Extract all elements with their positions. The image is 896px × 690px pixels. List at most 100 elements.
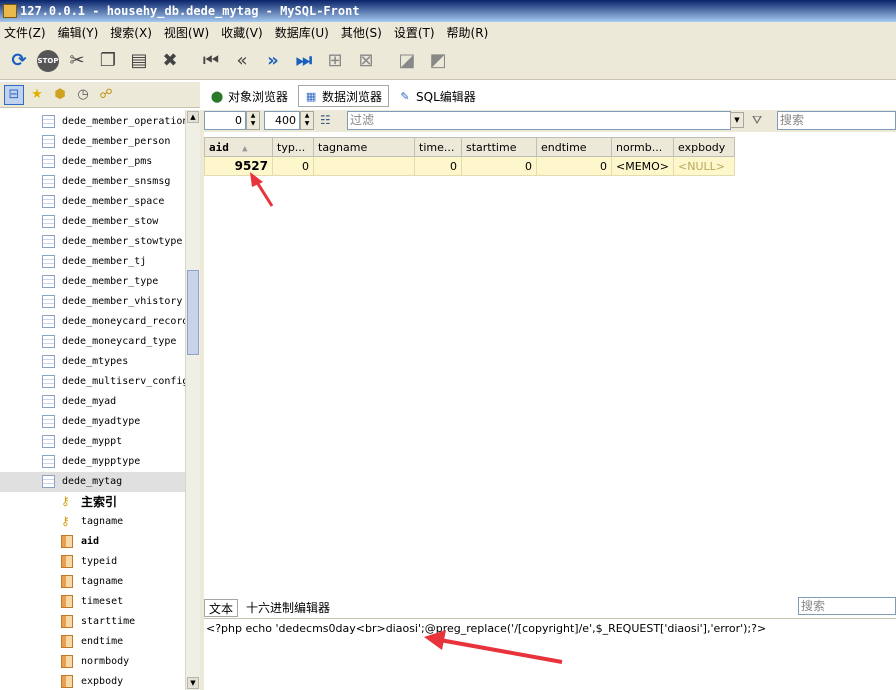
cell-aid[interactable]: 9527	[204, 156, 273, 176]
column-item-timeset[interactable]: timeset	[0, 592, 185, 612]
column-item-normbody[interactable]: normbody	[0, 652, 185, 672]
grid-search-input[interactable]: 搜索	[777, 111, 896, 130]
tree-item-dede-myadtype[interactable]: dede_myadtype	[0, 412, 185, 432]
column-item-tagname[interactable]: tagname	[0, 572, 185, 592]
history-icon[interactable]: ◷	[73, 85, 93, 105]
column-header-aid[interactable]: aid ▲	[204, 137, 273, 157]
column-header-tagname[interactable]: tagname	[313, 137, 415, 157]
column-header-endtime[interactable]: endtime	[536, 137, 612, 157]
column-header-expbody[interactable]: expbody	[673, 137, 736, 157]
column-item-endtime[interactable]: endtime	[0, 632, 185, 652]
tab-hex-editor[interactable]: 十六进制编辑器	[242, 599, 334, 617]
column-header-normbody[interactable]: normb...	[610, 137, 675, 157]
apply-limit-icon[interactable]: ☷	[320, 113, 331, 127]
tree-item-dede-member-stowtype[interactable]: dede_member_stowtype	[0, 232, 185, 252]
tab-sql-editor[interactable]: ✎ SQL编辑器	[393, 85, 482, 107]
menu-file[interactable]: 文件(Z)	[4, 24, 46, 41]
favorites-icon[interactable]: ★	[27, 85, 47, 105]
column-item-typeid[interactable]: typeid	[0, 552, 185, 572]
tree-scrollbar[interactable]: ▲ ▼	[185, 110, 200, 690]
offset-input[interactable]: 0	[204, 111, 246, 130]
first-icon[interactable]: ⏮	[198, 48, 224, 74]
insert-record-icon[interactable]: ⊞	[322, 48, 348, 74]
tree-item-dede-mypptype[interactable]: dede_mypptype	[0, 452, 185, 472]
cell-starttime[interactable]: 0	[461, 156, 537, 176]
column-header-starttime[interactable]: starttime	[461, 137, 537, 157]
limit-input[interactable]: 400	[264, 111, 300, 130]
scrollbar-thumb[interactable]	[187, 270, 199, 355]
delete-icon[interactable]: ✖	[157, 48, 183, 74]
delete-record-icon[interactable]: ⊠	[353, 48, 379, 74]
tree-item-dede-multiserv-config[interactable]: dede_multiserv_config	[0, 372, 185, 392]
paste-icon[interactable]: ▤	[126, 48, 152, 74]
menu-view[interactable]: 视图(W)	[164, 24, 209, 41]
scroll-up-icon[interactable]: ▲	[187, 111, 199, 123]
table-row[interactable]: 9527 0 0 0 0 <MEMO> <NULL>	[204, 156, 736, 176]
tree-item-dede-moneycard-type[interactable]: dede_moneycard_type	[0, 332, 185, 352]
column-icon	[61, 535, 73, 548]
tree-item-label: dede_multiserv_config	[62, 376, 185, 387]
menu-favorites[interactable]: 收藏(V)	[221, 24, 263, 41]
tree-icon[interactable]: ⊟	[4, 84, 24, 105]
column-item-expbody[interactable]: expbody	[0, 672, 185, 690]
tree-item-dede-myad[interactable]: dede_myad	[0, 392, 185, 412]
copy-icon[interactable]: ❐	[95, 48, 121, 74]
tab-text[interactable]: 文本	[204, 599, 239, 617]
offset-spinner[interactable]: ▲ ▼	[246, 111, 260, 130]
prev-icon[interactable]: «	[229, 48, 255, 74]
blob-text-editor[interactable]: <?php echo 'dedecms0day<br>diaosi';@preg…	[204, 618, 896, 690]
cell-typeid[interactable]: 0	[272, 156, 314, 176]
tree-item-dede-member-operation[interactable]: dede_member_operation	[0, 112, 185, 132]
tab-object-browser[interactable]: ⬤ 对象浏览器	[205, 85, 294, 107]
menu-help[interactable]: 帮助(R)	[447, 24, 489, 41]
refresh-icon[interactable]: ⟳	[6, 48, 32, 74]
cell-endtime[interactable]: 0	[536, 156, 612, 176]
column-header-timeset[interactable]: time...	[414, 137, 462, 157]
tree-item-dede-member-space[interactable]: dede_member_space	[0, 192, 185, 212]
tree-item-label: dede_member_tj	[62, 256, 147, 267]
tree-item-dede-member-stow[interactable]: dede_member_stow	[0, 212, 185, 232]
sql-history-icon[interactable]: ☍	[96, 85, 116, 105]
tree-item-dede-mtypes[interactable]: dede_mtypes	[0, 352, 185, 372]
stop-icon[interactable]: STOP	[37, 49, 59, 72]
tree-item-dede-member-tj[interactable]: dede_member_tj	[0, 252, 185, 272]
index-item-primary[interactable]: ⚷ 主索引	[0, 492, 185, 512]
cell-expbody[interactable]: <NULL>	[673, 156, 736, 176]
scroll-down-icon[interactable]: ▼	[187, 677, 199, 689]
last-icon[interactable]: ⏭	[291, 48, 317, 74]
tree-item-dede-member-person[interactable]: dede_member_person	[0, 132, 185, 152]
tree-item-dede-mytag[interactable]: dede_mytag	[0, 472, 185, 492]
tree-item-dede-member-type[interactable]: dede_member_type	[0, 272, 185, 292]
cell-timeset[interactable]: 0	[414, 156, 462, 176]
filter-dropdown-icon[interactable]: ▼	[730, 112, 744, 128]
title-bar: 127.0.0.1 - househy_db.dede_mytag - MySQ…	[0, 0, 896, 22]
column-header-typeid[interactable]: typ...	[272, 137, 314, 157]
cell-tagname[interactable]	[313, 156, 415, 176]
index-item-tagname[interactable]: ⚷ tagname	[0, 512, 185, 532]
post-icon[interactable]: ◪	[394, 48, 420, 74]
next-icon[interactable]: »	[260, 48, 286, 74]
cut-icon[interactable]: ✂	[64, 48, 90, 74]
tree-item-dede-member-snsmsg[interactable]: dede_member_snsmsg	[0, 172, 185, 192]
column-item-starttime[interactable]: starttime	[0, 612, 185, 632]
filter-input[interactable]: 过滤	[347, 111, 731, 130]
menu-search[interactable]: 搜索(X)	[110, 24, 152, 41]
cancel-icon[interactable]: ◩	[425, 48, 451, 74]
menu-bar: 文件(Z) 编辑(Y) 搜索(X) 视图(W) 收藏(V) 数据库(U) 其他(…	[0, 22, 896, 42]
sort-ascending-icon: ▲	[242, 143, 248, 154]
menu-settings[interactable]: 设置(T)	[394, 24, 435, 41]
blob-search-input[interactable]: 搜索	[798, 597, 896, 615]
tree-item-dede-member-pms[interactable]: dede_member_pms	[0, 152, 185, 172]
column-item-aid[interactable]: aid	[0, 532, 185, 552]
menu-database[interactable]: 数据库(U)	[275, 24, 329, 41]
filter-funnel-icon[interactable]: ⛛	[752, 113, 762, 128]
folder-icon[interactable]: ⬢	[50, 85, 70, 105]
tab-data-browser[interactable]: ▦ 数据浏览器	[298, 85, 390, 107]
menu-other[interactable]: 其他(S)	[341, 24, 382, 41]
tree-item-dede-myppt[interactable]: dede_myppt	[0, 432, 185, 452]
menu-edit[interactable]: 编辑(Y)	[58, 24, 99, 41]
tree-item-dede-moneycard-record[interactable]: dede_moneycard_record	[0, 312, 185, 332]
cell-normbody[interactable]: <MEMO>	[610, 156, 675, 176]
limit-spinner[interactable]: ▲ ▼	[300, 111, 314, 130]
tree-item-dede-member-vhistory[interactable]: dede_member_vhistory	[0, 292, 185, 312]
